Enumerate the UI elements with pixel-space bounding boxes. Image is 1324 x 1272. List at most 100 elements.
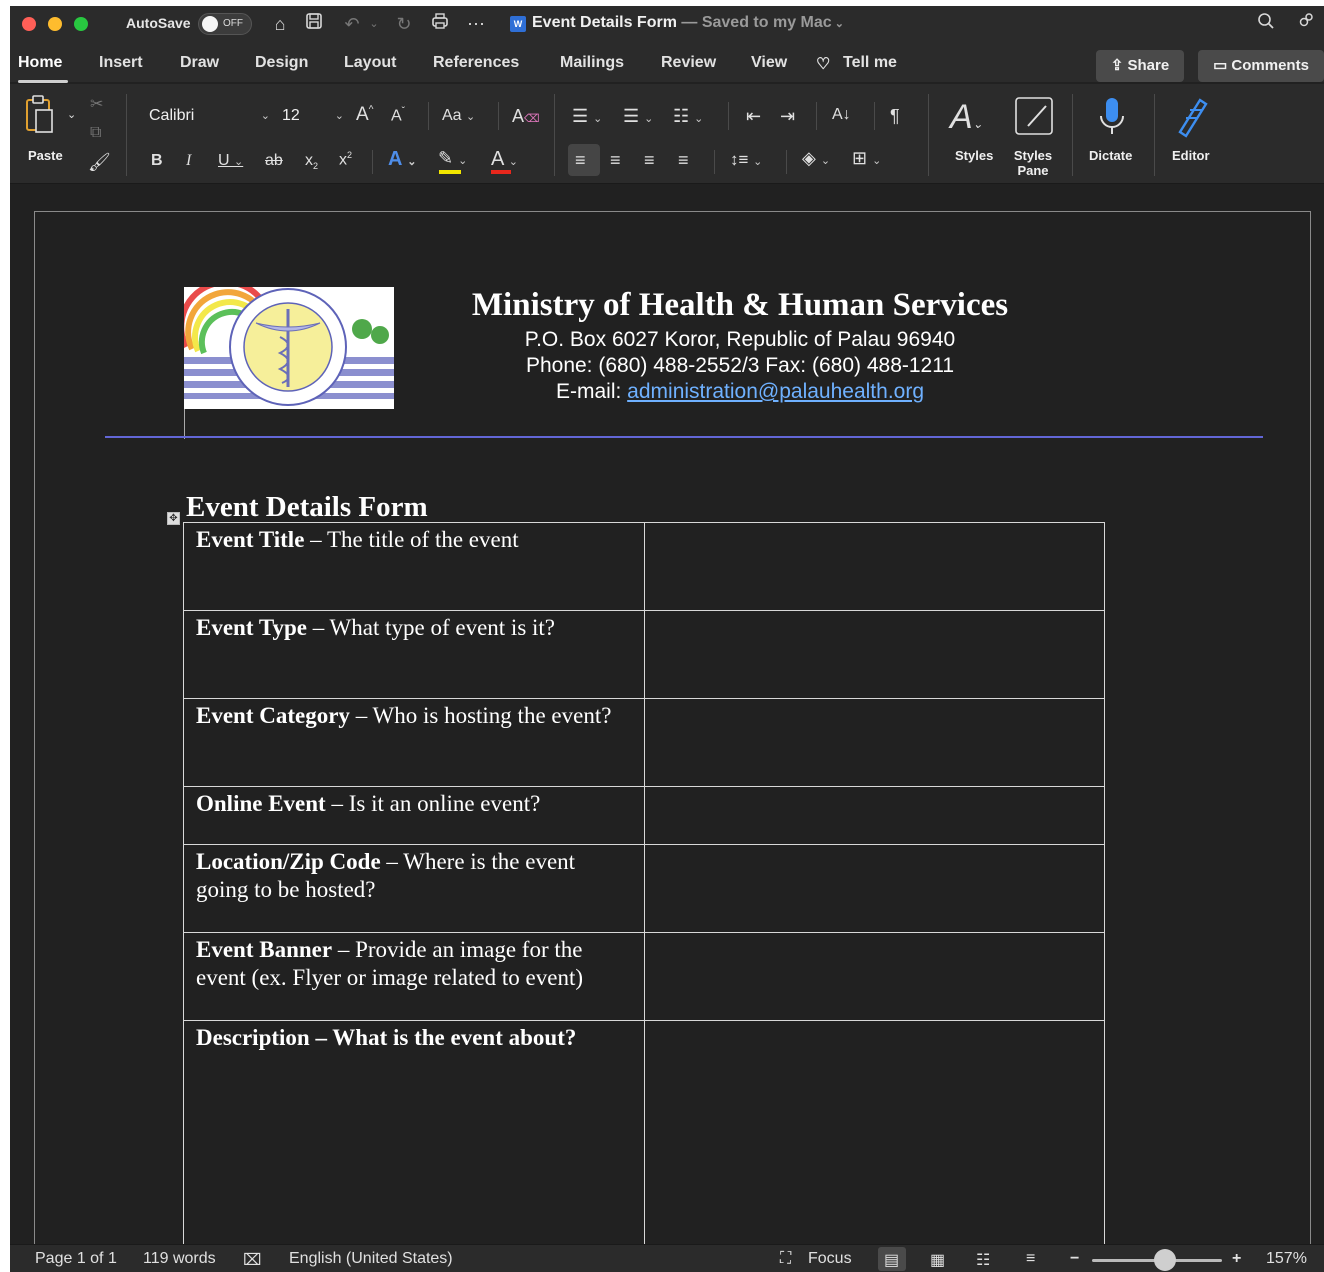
search-icon[interactable] (1254, 12, 1278, 36)
zoom-slider-handle[interactable] (1154, 1249, 1176, 1271)
document-canvas[interactable]: Ministry of Health & Human Services P.O.… (10, 185, 1324, 1271)
zoom-window-button[interactable] (74, 17, 88, 31)
field-question-cell[interactable]: Event Title – The title of the event (183, 522, 645, 611)
share-button[interactable]: ⇪ Share (1096, 50, 1184, 82)
shading-icon[interactable]: ◈ ⌄ (802, 148, 830, 169)
change-case-icon[interactable]: Aa ⌄ (442, 107, 475, 125)
field-question-cell[interactable]: Event Type – What type of event is it? (183, 610, 645, 699)
multilevel-list-icon[interactable]: ☷ ⌄ (673, 106, 703, 127)
table-move-handle-icon[interactable]: ✥ (167, 512, 180, 525)
show-formatting-icon[interactable]: ¶ (890, 106, 900, 127)
styles-pane-icon[interactable] (1014, 96, 1054, 141)
shrink-font-icon[interactable]: Aˇ (391, 106, 405, 125)
tab-mailings[interactable]: Mailings (560, 54, 624, 72)
language[interactable]: English (United States) (289, 1250, 453, 1268)
field-answer-cell[interactable] (644, 932, 1105, 1021)
account-icon[interactable] (1294, 12, 1318, 36)
field-question-cell[interactable]: Description – What is the event about? (183, 1020, 645, 1251)
focus-button[interactable]: Focus (808, 1250, 852, 1268)
increase-indent-icon[interactable]: ⇥ (780, 106, 795, 127)
document-title[interactable]: Event Details Form — Saved to my Mac ⌄ (532, 14, 844, 32)
tab-design[interactable]: Design (255, 54, 308, 72)
paste-button[interactable] (24, 94, 54, 139)
field-answer-cell[interactable] (644, 844, 1105, 933)
font-size-select[interactable]: 12 ⌄ (282, 102, 348, 130)
email-link[interactable]: administration@palauhealth.org (627, 380, 924, 403)
strikethrough-icon[interactable]: ab (265, 152, 283, 170)
subscript-icon[interactable]: x2 (305, 152, 318, 171)
save-icon[interactable] (302, 12, 326, 36)
borders-icon[interactable]: ⊞ ⌄ (852, 148, 881, 169)
superscript-icon[interactable]: x2 (339, 150, 352, 169)
zoom-level[interactable]: 157% (1266, 1250, 1307, 1268)
print-layout-icon[interactable]: ▤ (884, 1250, 899, 1270)
paste-dropdown-icon[interactable]: ⌄ (67, 108, 76, 121)
align-right-icon[interactable]: ≡ (644, 150, 655, 171)
print-icon[interactable] (428, 12, 452, 36)
tab-home[interactable]: Home (18, 54, 62, 72)
clear-formatting-icon[interactable]: A⌫ (512, 106, 540, 127)
bullets-icon[interactable]: ☰ ⌄ (572, 106, 602, 127)
styles-label[interactable]: Styles (955, 148, 993, 163)
field-answer-cell[interactable] (644, 610, 1105, 699)
home-icon[interactable]: ⌂ (268, 12, 292, 36)
bold-icon[interactable]: B (151, 152, 163, 170)
field-question-cell[interactable]: Event Category – Who is hosting the even… (183, 698, 645, 787)
field-question-cell[interactable]: Location/Zip Code – Where is the event g… (183, 844, 645, 933)
outline-view-icon[interactable]: ☷ (976, 1250, 990, 1270)
tab-review[interactable]: Review (661, 54, 716, 72)
microphone-icon[interactable] (1098, 96, 1126, 143)
draft-view-icon[interactable]: ≡ (1026, 1250, 1035, 1268)
autosave-toggle[interactable]: OFF (198, 13, 252, 35)
field-answer-cell[interactable] (644, 1020, 1105, 1251)
tab-draw[interactable]: Draw (180, 54, 219, 72)
zoom-out-icon[interactable]: − (1070, 1250, 1079, 1268)
dictate-label[interactable]: Dictate (1089, 148, 1132, 163)
styles-icon[interactable]: A⌄ (950, 98, 983, 137)
undo-dropdown-icon[interactable]: ⌄ (362, 12, 386, 36)
underline-icon[interactable]: U ⌄ (218, 152, 243, 170)
undo-icon[interactable]: ↶ (340, 12, 364, 36)
tab-tell-me[interactable]: Tell me (843, 54, 897, 72)
decrease-indent-icon[interactable]: ⇤ (746, 106, 761, 127)
styles-pane-label[interactable]: Styles Pane (1013, 148, 1053, 178)
web-layout-icon[interactable]: ▦ (930, 1250, 945, 1270)
field-answer-cell[interactable] (644, 522, 1105, 611)
tab-insert[interactable]: Insert (99, 54, 143, 72)
cut-icon[interactable]: ✂ (90, 94, 103, 114)
proofing-icon[interactable]: ⌧ (243, 1250, 261, 1270)
highlight-icon[interactable]: ✎ ⌄ (438, 148, 467, 169)
event-details-table[interactable]: Event Title – The title of the event Even… (183, 522, 1105, 1251)
field-question-cell[interactable]: Event Banner – Provide an image for the … (183, 932, 645, 1021)
comments-button[interactable]: ▭ Comments (1198, 50, 1324, 82)
editor-icon[interactable] (1174, 96, 1210, 143)
focus-icon[interactable]: ⛶ (780, 1250, 791, 1268)
field-answer-cell[interactable] (644, 698, 1105, 787)
align-left-icon[interactable]: ≡ (575, 150, 586, 171)
text-effects-icon[interactable]: A ⌄ (388, 148, 416, 171)
format-painter-icon[interactable]: 🖌 (88, 152, 111, 173)
sort-icon[interactable]: A↓ (832, 106, 851, 124)
font-name-select[interactable]: Calibri ⌄ (144, 102, 274, 130)
font-color-icon[interactable]: A ⌄ (491, 148, 518, 171)
word-count[interactable]: 119 words (143, 1250, 216, 1268)
page-count[interactable]: Page 1 of 1 (35, 1250, 117, 1268)
line-spacing-icon[interactable]: ↕≡ ⌄ (730, 150, 762, 170)
minimize-window-button[interactable] (48, 17, 62, 31)
justify-icon[interactable]: ≡ (678, 150, 689, 171)
editor-label[interactable]: Editor (1172, 148, 1210, 163)
tab-references[interactable]: References (433, 54, 519, 72)
tab-layout[interactable]: Layout (344, 54, 396, 72)
more-icon[interactable]: ⋯ (464, 12, 488, 36)
field-answer-cell[interactable] (644, 786, 1105, 845)
italic-icon[interactable]: I (186, 152, 191, 170)
tab-view[interactable]: View (751, 54, 787, 72)
redo-icon[interactable]: ↻ (392, 12, 416, 36)
field-question-cell[interactable]: Online Event – Is it an online event? (183, 786, 645, 845)
close-window-button[interactable] (22, 17, 36, 31)
copy-icon[interactable]: ⧉ (90, 124, 101, 142)
zoom-in-icon[interactable]: + (1232, 1250, 1241, 1268)
numbering-icon[interactable]: ☰ ⌄ (623, 106, 653, 127)
tell-me-icon[interactable]: ♡ (816, 54, 830, 74)
align-center-icon[interactable]: ≡ (610, 150, 621, 171)
